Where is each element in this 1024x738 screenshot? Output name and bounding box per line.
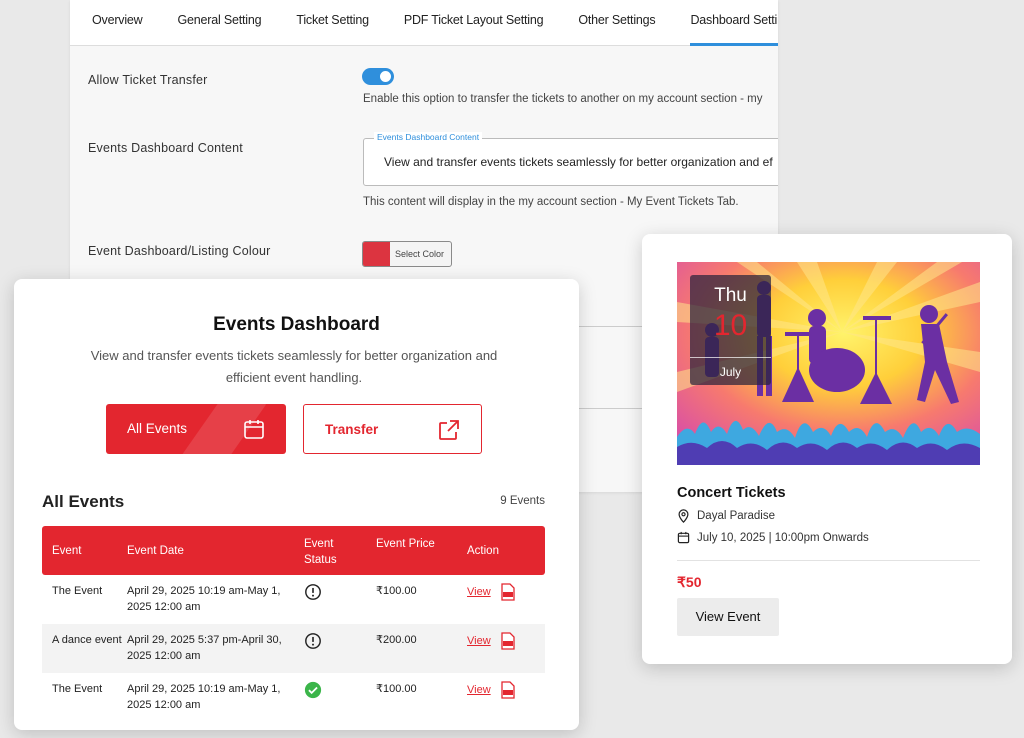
- tab-overview[interactable]: Overview: [92, 0, 143, 45]
- dashboard-content-value: View and transfer events tickets seamles…: [384, 155, 773, 169]
- dashboard-title: Events Dashboard: [213, 314, 380, 335]
- listing-colour-label: Event Dashboard/Listing Colour: [88, 244, 271, 258]
- table-row: The Event April 29, 2025 10:19 am-May 1,…: [42, 575, 545, 624]
- dashboard-content-legend: Events Dashboard Content: [374, 132, 483, 142]
- event-action: View: [467, 632, 516, 650]
- info-icon: [305, 584, 321, 600]
- transfer-button[interactable]: Transfer: [303, 404, 482, 454]
- allow-transfer-help: Enable this option to transfer the ticke…: [363, 93, 763, 105]
- events-count: 9 Events: [500, 495, 545, 507]
- tab-dashboard-settings[interactable]: Dashboard Settings: [690, 0, 778, 46]
- tab-pdf-ticket-layout[interactable]: PDF Ticket Layout Setting: [404, 0, 544, 45]
- all-events-button[interactable]: All Events: [106, 404, 286, 454]
- calendar-icon: [677, 531, 690, 544]
- check-circle-icon: [304, 681, 322, 699]
- pdf-icon[interactable]: [500, 681, 516, 699]
- transfer-label: Transfer: [325, 422, 379, 437]
- col-event-date: Event Date: [127, 545, 184, 557]
- toggle-knob: [378, 69, 393, 84]
- date-divider: [690, 357, 771, 358]
- tab-general-setting[interactable]: General Setting: [178, 0, 262, 45]
- event-price: ₹100.00: [376, 585, 417, 597]
- event-date-badge: Thu 10 July: [690, 275, 771, 385]
- external-link-icon: [439, 420, 459, 440]
- view-event-button[interactable]: View Event: [677, 598, 779, 636]
- table-row: The Event April 29, 2025 10:19 am-May 1,…: [42, 673, 545, 722]
- datetime-text: July 10, 2025 | 10:00pm Onwards: [697, 531, 869, 544]
- dashboard-content-field[interactable]: Events Dashboard Content View and transf…: [363, 132, 778, 186]
- info-icon: [305, 633, 321, 649]
- select-color-button[interactable]: Select Color: [362, 241, 452, 267]
- location-pin-icon: [678, 509, 689, 523]
- all-events-label: All Events: [127, 421, 188, 436]
- card-divider: [677, 560, 980, 561]
- allow-transfer-label: Allow Ticket Transfer: [88, 73, 208, 87]
- event-datetime: July 10, 2025 | 10:00pm Onwards: [677, 531, 869, 544]
- date-month: July: [719, 365, 742, 379]
- dashboard-content-label: Events Dashboard Content: [88, 141, 243, 155]
- tab-ticket-setting[interactable]: Ticket Setting: [296, 0, 369, 45]
- event-location: Dayal Paradise: [677, 509, 775, 523]
- event-price: ₹100.00: [376, 683, 417, 695]
- event-status: [304, 632, 364, 655]
- dashboard-content-help: This content will display in the my acco…: [363, 196, 739, 208]
- event-price: ₹200.00: [376, 634, 417, 646]
- pdf-icon[interactable]: [500, 632, 516, 650]
- settings-tabs: Overview General Setting Ticket Setting …: [70, 0, 778, 46]
- event-price: ₹50: [677, 574, 702, 590]
- col-event-price: Event Price: [376, 538, 435, 550]
- event-status: [304, 681, 364, 704]
- dashboard-description: View and transfer events tickets seamles…: [90, 348, 498, 385]
- view-link[interactable]: View: [467, 684, 491, 696]
- date-weekday: Thu: [714, 285, 747, 306]
- event-date: April 29, 2025 10:19 am-May 1, 2025 12:0…: [127, 683, 281, 711]
- col-action: Action: [467, 545, 499, 557]
- view-link[interactable]: View: [467, 635, 491, 647]
- select-color-label: Select Color: [395, 249, 445, 259]
- table-header: Event Event Date Event Status Event Pric…: [42, 526, 545, 575]
- pdf-icon[interactable]: [500, 583, 516, 601]
- allow-transfer-toggle[interactable]: [362, 68, 394, 85]
- color-swatch: [363, 242, 390, 266]
- event-name: The Event: [52, 585, 103, 597]
- calendar-icon: [244, 420, 264, 439]
- event-status: [304, 583, 364, 606]
- event-card: Thu 10 July Concert Tickets Dayal Paradi…: [642, 234, 1012, 664]
- event-action: View: [467, 681, 516, 699]
- date-day: 10: [713, 309, 748, 342]
- col-event: Event: [52, 545, 82, 557]
- table-row: A dance event April 29, 2025 5:37 pm-Apr…: [42, 624, 545, 673]
- event-action: View: [467, 583, 516, 601]
- all-events-heading: All Events: [42, 492, 125, 511]
- view-link[interactable]: View: [467, 586, 491, 598]
- location-text: Dayal Paradise: [697, 510, 775, 522]
- event-date: April 29, 2025 10:19 am-May 1, 2025 12:0…: [127, 585, 281, 613]
- events-dashboard-card: Events Dashboard View and transfer event…: [14, 279, 579, 730]
- tab-other-settings[interactable]: Other Settings: [578, 0, 655, 45]
- col-event-status: Event Status: [304, 538, 337, 566]
- concert-banner-image: Thu 10 July: [677, 262, 980, 465]
- event-name: The Event: [52, 683, 103, 695]
- event-name: A dance event: [52, 634, 122, 646]
- event-title: Concert Tickets: [677, 485, 786, 501]
- events-table: Event Event Date Event Status Event Pric…: [42, 526, 545, 722]
- event-date: April 29, 2025 5:37 pm-April 30, 2025 12…: [127, 634, 282, 662]
